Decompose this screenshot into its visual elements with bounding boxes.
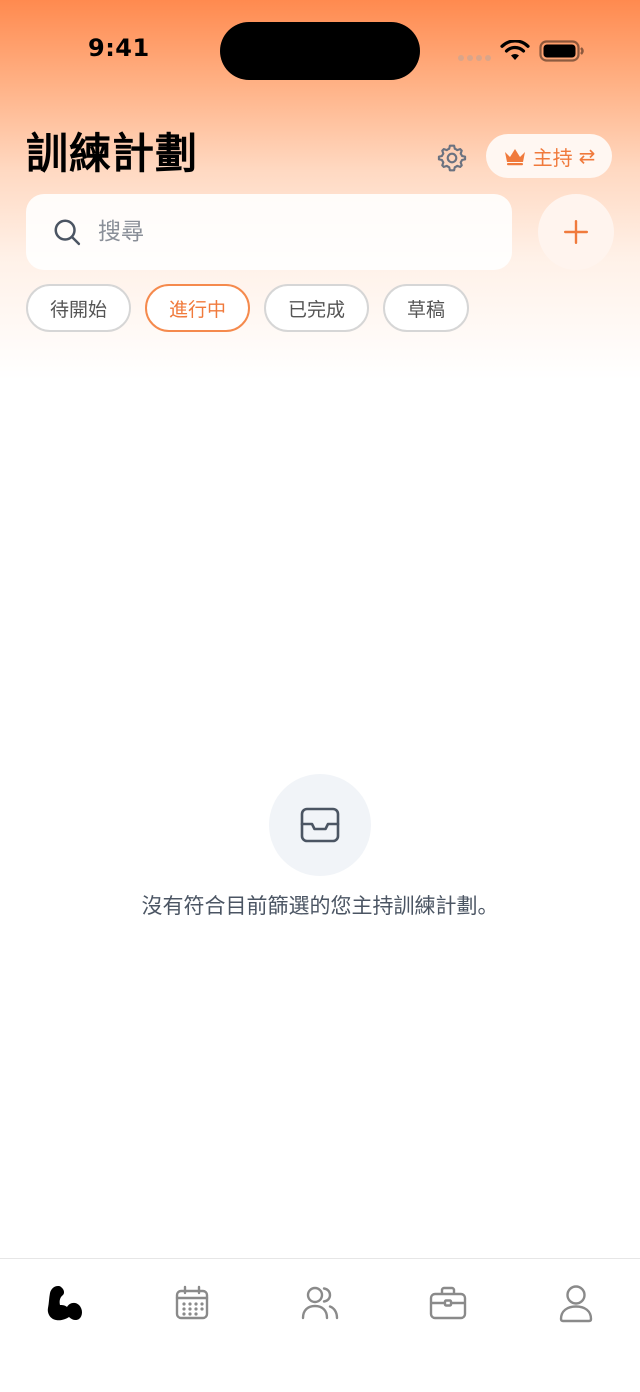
filter-chip-pending[interactable]: 待開始 xyxy=(26,284,132,332)
briefcase-icon xyxy=(429,1286,467,1320)
battery-icon xyxy=(539,40,584,62)
profile-icon xyxy=(559,1285,593,1323)
bottom-tab-bar xyxy=(0,1258,640,1392)
filter-chip-completed[interactable]: 已完成 xyxy=(264,284,370,332)
swap-arrows-icon: ⇄ xyxy=(578,144,596,168)
page-title: 訓練計劃 xyxy=(26,129,199,178)
tab-calendar[interactable] xyxy=(170,1281,214,1325)
cellular-signal-icon xyxy=(458,55,491,61)
wifi-icon xyxy=(500,40,530,60)
search-input[interactable] xyxy=(96,218,480,246)
calendar-icon xyxy=(175,1285,209,1320)
settings-button[interactable] xyxy=(432,138,472,178)
tab-profile[interactable] xyxy=(554,1281,598,1325)
users-icon xyxy=(301,1286,339,1320)
filter-chip-draft[interactable]: 草稿 xyxy=(383,284,470,332)
filter-chip-in-progress[interactable]: 進行中 xyxy=(145,284,251,332)
inbox-icon xyxy=(300,807,340,843)
role-switch-label: 主持 xyxy=(532,145,573,170)
search-bar[interactable] xyxy=(26,194,512,270)
dynamic-island xyxy=(220,22,420,80)
tab-training[interactable] xyxy=(42,1281,86,1325)
search-icon xyxy=(52,217,82,247)
tab-business[interactable] xyxy=(426,1281,470,1325)
plus-icon xyxy=(563,219,589,245)
muscle-icon xyxy=(47,1286,82,1321)
status-time: 9:41 xyxy=(88,34,150,62)
empty-state-icon-circle xyxy=(269,774,371,876)
filter-chips: 待開始 進行中 已完成 草稿 xyxy=(26,284,470,332)
empty-state-message: 沒有符合目前篩選的您主持訓練計劃。 xyxy=(141,894,499,918)
crown-icon xyxy=(503,146,527,166)
gear-icon xyxy=(437,144,467,172)
role-switch-button[interactable]: 主持 ⇄ xyxy=(486,134,612,178)
tab-members[interactable] xyxy=(298,1281,342,1325)
add-plan-button[interactable] xyxy=(538,194,614,270)
